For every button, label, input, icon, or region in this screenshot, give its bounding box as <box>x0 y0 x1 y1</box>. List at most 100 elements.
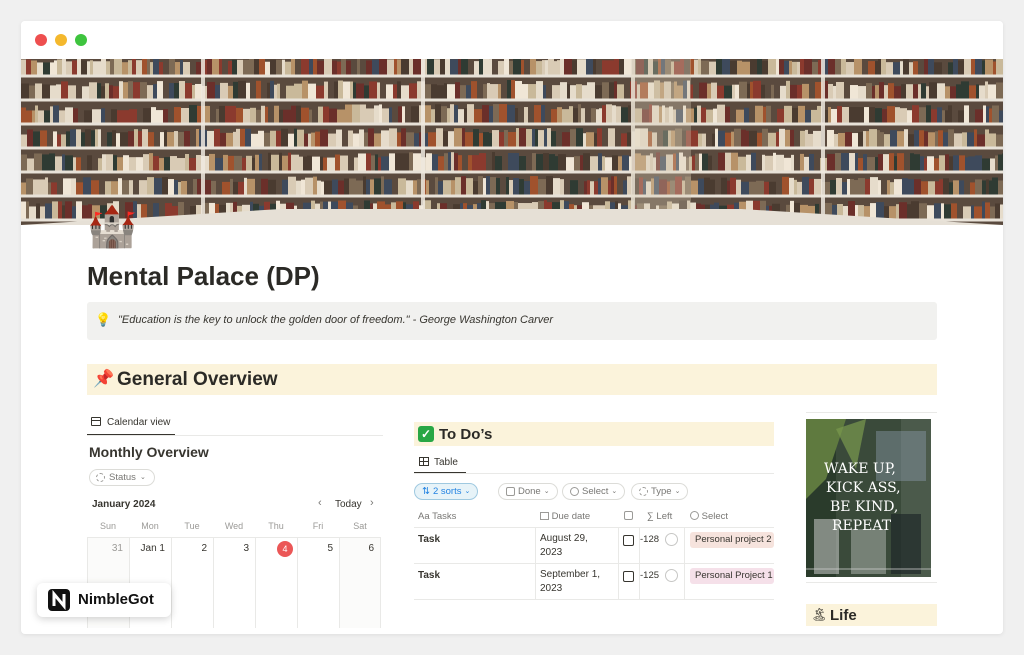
done-checkbox[interactable] <box>623 571 634 582</box>
day-number: 31 <box>111 543 123 554</box>
weekday-header: Sat <box>353 521 367 531</box>
poster-line: REPEAT <box>832 518 892 534</box>
divider <box>806 582 937 583</box>
status-icon <box>96 473 105 482</box>
days-left-cell: -125 <box>640 570 660 581</box>
type-filter-label: Type <box>651 486 672 497</box>
nimblegot-badge[interactable]: NimbleGot <box>37 583 171 617</box>
page-title[interactable]: Mental Palace (DP) <box>87 261 320 292</box>
tab-calendar-view[interactable]: Calendar view <box>87 414 175 436</box>
table-row-divider <box>414 599 774 600</box>
brand-name: NimbleGot <box>78 591 154 608</box>
minimize-window-button[interactable] <box>55 34 67 46</box>
column-header-due-date[interactable]: Due date <box>540 511 590 522</box>
due-date-cell[interactable]: August 29, 2023 <box>540 532 618 560</box>
calendar-day-cell-today[interactable]: 4 <box>255 538 297 628</box>
type-filter-button[interactable]: Type ⌄ <box>631 483 689 500</box>
calendar-day-cell[interactable]: 2 <box>171 538 213 628</box>
callout-quote-text: "Education is the key to unlock the gold… <box>118 314 554 326</box>
divider <box>87 435 383 436</box>
status-circle-icon[interactable] <box>665 533 678 546</box>
select-tag[interactable]: Personal project 2 <box>690 532 774 548</box>
status-filter-button[interactable]: Status ⌄ <box>89 469 155 486</box>
calendar-day-cell[interactable]: 6 <box>339 538 381 628</box>
column-header-select[interactable]: Select <box>690 511 728 522</box>
sorts-button[interactable]: ⇅ 2 sorts ⌄ <box>414 483 479 500</box>
bookshelf-cover-art <box>21 59 1003 225</box>
select-tag[interactable]: Personal Project 1 <box>690 568 774 584</box>
status-circle-icon[interactable] <box>665 569 678 582</box>
checkbox-property-icon <box>624 511 633 520</box>
weekday-header: Wed <box>224 521 244 531</box>
day-number: 2 <box>201 543 207 554</box>
column-header-select-label: Select <box>701 511 729 522</box>
calendar-icon <box>540 512 549 520</box>
prev-month-icon[interactable]: ‹ <box>318 497 322 509</box>
formula-icon: ∑ <box>647 511 654 522</box>
motivational-poster-image[interactable]: WAKE UP, KICK ASS, BE KIND, REPEAT <box>806 419 931 577</box>
table-row-divider <box>414 527 774 528</box>
island-icon: 🏝 <box>811 607 828 622</box>
general-overview-heading-text: General Overview <box>117 369 278 390</box>
day-number: 3 <box>243 543 249 554</box>
weekday-header: Tue <box>184 521 200 531</box>
status-property-icon <box>639 487 648 496</box>
poster-line: BE KIND, <box>830 499 898 515</box>
due-date-line: September 1, <box>540 569 601 580</box>
sorts-label: 2 sorts <box>432 486 462 497</box>
life-heading-text: Life <box>830 607 857 624</box>
weekday-header: Sun <box>99 521 116 531</box>
castle-icon[interactable]: 🏰 <box>87 203 141 251</box>
divider <box>806 412 937 413</box>
text-property-icon: Aa <box>418 511 430 522</box>
nimblegot-logo-icon <box>48 589 70 611</box>
today-button[interactable]: Today <box>335 499 362 510</box>
task-name-cell[interactable]: Task <box>418 570 440 581</box>
general-overview-heading: 📌 General Overview <box>87 364 937 395</box>
window-titlebar <box>21 21 1003 59</box>
column-header-due-date-label: Due date <box>551 511 591 522</box>
chevron-down-icon: ⌄ <box>674 488 681 495</box>
column-header-tasks[interactable]: Aa Tasks <box>418 511 456 522</box>
pushpin-icon: 📌 <box>93 369 115 388</box>
check-mark-icon: ✓ <box>418 426 434 442</box>
divider <box>414 473 774 474</box>
tab-table-view[interactable]: Table <box>414 454 466 474</box>
quote-callout: 💡 "Education is the key to unlock the go… <box>87 302 937 340</box>
column-header-left[interactable]: ∑ Left <box>647 511 672 522</box>
tab-table-view-label: Table <box>434 457 458 468</box>
done-filter-label: Done <box>518 486 541 497</box>
todos-heading: ✓ To Do’s <box>414 422 774 446</box>
day-number: 5 <box>327 543 333 554</box>
calendar-day-cell[interactable]: 3 <box>213 538 255 628</box>
calendar-day-cell[interactable]: 5 <box>297 538 339 628</box>
chevron-down-icon: ⌄ <box>464 488 471 495</box>
poster-line: KICK ASS, <box>826 480 901 496</box>
sort-arrows-icon: ⇅ <box>422 486 430 497</box>
calendar-title[interactable]: Monthly Overview <box>89 444 209 460</box>
done-checkbox[interactable] <box>623 535 634 546</box>
cover-image[interactable] <box>21 59 1003 225</box>
calendar-icon <box>91 417 101 426</box>
next-month-icon[interactable]: › <box>370 497 374 509</box>
day-number: Jan 1 <box>140 543 165 554</box>
maximize-window-button[interactable] <box>75 34 87 46</box>
app-window: 🏰 Mental Palace (DP) 💡 "Education is the… <box>21 21 1003 634</box>
due-date-line: 2023 <box>540 583 563 594</box>
select-property-icon <box>690 511 699 520</box>
weekday-header: Fri <box>312 521 324 531</box>
column-header-left-label: Left <box>656 511 673 522</box>
chevron-down-icon: ⌄ <box>611 488 618 495</box>
done-filter-button[interactable]: Done ⌄ <box>498 483 558 500</box>
close-window-button[interactable] <box>35 34 47 46</box>
table-column-divider <box>684 527 685 599</box>
table-icon <box>419 457 429 466</box>
day-number: 6 <box>368 543 374 554</box>
due-date-cell[interactable]: September 1, 2023 <box>540 568 618 596</box>
checkbox-property-icon <box>506 487 515 496</box>
poster-line: WAKE UP, <box>824 461 896 477</box>
select-filter-button[interactable]: Select ⌄ <box>562 483 626 500</box>
column-header-done[interactable] <box>624 511 633 522</box>
today-day-number: 4 <box>277 541 293 557</box>
task-name-cell[interactable]: Task <box>418 534 440 545</box>
